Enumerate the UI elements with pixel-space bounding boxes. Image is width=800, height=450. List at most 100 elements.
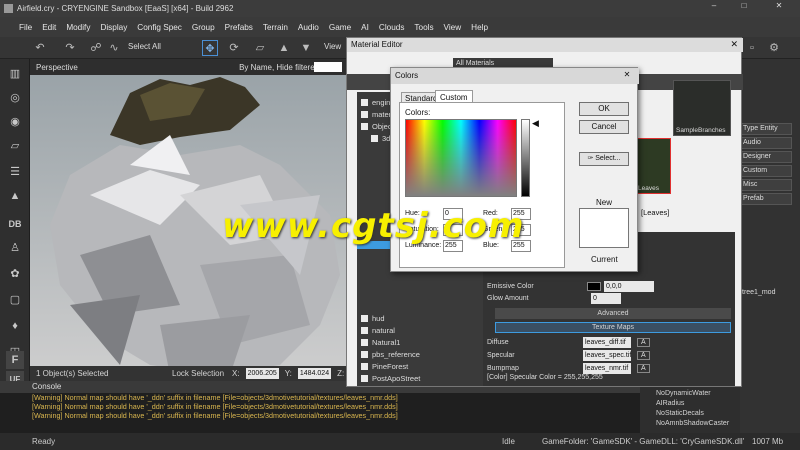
flowgraph-icon[interactable]: ♦ bbox=[6, 317, 24, 335]
memory-status: 1007 Mb bbox=[752, 437, 784, 446]
prop-no-dynamic-water[interactable]: NoDynamicWater bbox=[656, 390, 711, 397]
minimize-button[interactable]: – bbox=[700, 1, 728, 15]
luminance-arrow-icon[interactable]: ◀ bbox=[532, 118, 539, 129]
menu-edit[interactable]: Edit bbox=[37, 23, 61, 32]
tree-item[interactable]: PostApoStreet bbox=[361, 372, 420, 384]
specular-file[interactable]: leaves_spec.tif bbox=[583, 349, 631, 361]
thumb-leaves[interactable]: Leaves bbox=[635, 138, 671, 194]
menu-config-spec[interactable]: Config Spec bbox=[132, 23, 187, 32]
cancel-button[interactable]: Cancel bbox=[579, 120, 629, 134]
redo-icon[interactable]: ↷ bbox=[62, 40, 78, 56]
prop-ai-radius[interactable]: AIRadius bbox=[656, 400, 684, 407]
thumb-label: SampleBranches bbox=[676, 127, 726, 134]
entity-icon[interactable]: ◉ bbox=[6, 113, 24, 131]
menu-group[interactable]: Group bbox=[187, 23, 220, 32]
a-button[interactable]: A bbox=[637, 350, 650, 360]
menu-ai[interactable]: AI bbox=[356, 23, 374, 32]
menu-help[interactable]: Help bbox=[466, 23, 493, 32]
menu-display[interactable]: Display bbox=[95, 23, 132, 32]
flow-icon[interactable]: F bbox=[6, 351, 24, 369]
object-icon[interactable]: ◎ bbox=[6, 89, 24, 107]
y-coordinate-field[interactable]: 1484.024 bbox=[297, 368, 332, 379]
luminance-bar[interactable] bbox=[521, 119, 530, 197]
y-label: Y: bbox=[284, 369, 292, 378]
menu-file[interactable]: File bbox=[14, 23, 37, 32]
tree-item[interactable]: Natural1 bbox=[361, 336, 400, 348]
menu-view[interactable]: View bbox=[439, 23, 467, 32]
menu-clouds[interactable]: Clouds bbox=[374, 23, 410, 32]
thumb-sample-branches[interactable]: SampleBranches bbox=[673, 80, 731, 136]
prop-no-amnb-shadow[interactable]: NoAmnbShadowCaster bbox=[656, 420, 729, 427]
ready-status: Ready bbox=[32, 437, 56, 446]
database-icon[interactable]: DB bbox=[6, 215, 24, 233]
emissive-label: Emissive Color bbox=[487, 282, 534, 290]
folder-icon bbox=[361, 338, 368, 346]
emissive-value[interactable]: 0,0,0 bbox=[604, 280, 654, 292]
game-icon[interactable]: ▥ bbox=[6, 65, 24, 83]
folder-icon bbox=[361, 350, 368, 358]
a-button[interactable]: A bbox=[637, 337, 650, 347]
a-button[interactable]: A bbox=[637, 363, 650, 373]
view-dropdown[interactable]: View bbox=[324, 42, 341, 51]
material-editor-close-icon[interactable]: ✕ bbox=[730, 39, 738, 50]
maximize-button[interactable]: □ bbox=[730, 1, 758, 15]
track-view-icon[interactable]: ▢ bbox=[6, 291, 24, 309]
window-titlebar: Airfield.cry - CRYENGINE Sandbox [EaaS] … bbox=[0, 0, 800, 17]
undo-icon[interactable]: ↶ bbox=[32, 40, 48, 56]
colors-close-icon[interactable]: ✕ bbox=[620, 70, 634, 82]
prefab-button[interactable]: Prefab bbox=[740, 193, 792, 205]
link-icon[interactable]: ☍ bbox=[88, 40, 104, 56]
menu-audio[interactable]: Audio bbox=[293, 23, 324, 32]
texture-maps-header[interactable]: Texture Maps bbox=[495, 322, 731, 333]
idle-status: Idle bbox=[502, 437, 515, 446]
menu-game[interactable]: Game bbox=[324, 23, 356, 32]
menu-modify[interactable]: Modify bbox=[61, 23, 95, 32]
menu-terrain[interactable]: Terrain bbox=[258, 23, 293, 32]
brush-icon[interactable]: ▱ bbox=[6, 137, 24, 155]
ok-button[interactable]: OK bbox=[579, 102, 629, 116]
menu-tools[interactable]: Tools bbox=[409, 23, 438, 32]
lock-selection-button[interactable]: Lock Selection bbox=[172, 369, 226, 378]
character-icon[interactable]: ♙ bbox=[6, 239, 24, 257]
colors-label: Colors: bbox=[405, 108, 431, 117]
audio-button[interactable]: Audio bbox=[740, 137, 792, 149]
advanced-header[interactable]: Advanced bbox=[495, 308, 731, 319]
terrain-edit-icon[interactable]: ▲ bbox=[6, 187, 24, 205]
folder-icon bbox=[361, 98, 368, 106]
app-logo-icon bbox=[4, 4, 13, 13]
x-label: X: bbox=[232, 369, 240, 378]
type-entity-button[interactable]: Type Entity bbox=[740, 123, 792, 135]
diffuse-file[interactable]: leaves_diff.tif bbox=[583, 336, 631, 348]
color-spectrum[interactable] bbox=[405, 119, 517, 197]
toolbar-icon-6[interactable]: ⚙ bbox=[766, 40, 782, 56]
tree-item[interactable]: PineForest bbox=[361, 360, 408, 372]
menu-prefabs[interactable]: Prefabs bbox=[220, 23, 258, 32]
emissive-row: Emissive Color 0,0,0 bbox=[487, 280, 654, 292]
scale-icon[interactable]: ▱ bbox=[252, 40, 268, 56]
move-icon[interactable]: ✥ bbox=[202, 40, 218, 56]
toolbar-icon-5[interactable]: ▫ bbox=[744, 40, 760, 56]
tree-item[interactable]: pbs_reference bbox=[361, 348, 420, 360]
prop-no-static-decals[interactable]: NoStaticDecals bbox=[656, 410, 704, 417]
misc-button[interactable]: Misc bbox=[740, 179, 792, 191]
x-coordinate-field[interactable]: 2006.205 bbox=[245, 368, 279, 379]
layers-icon[interactable]: ☰ bbox=[6, 163, 24, 181]
select-button[interactable]: ✑ Select... bbox=[579, 152, 629, 166]
select-all-dropdown[interactable]: Select All bbox=[128, 42, 161, 51]
particle-icon[interactable]: ✿ bbox=[6, 265, 24, 283]
emissive-swatch[interactable] bbox=[587, 281, 601, 291]
snap-icon[interactable]: ▲ bbox=[276, 40, 292, 56]
custom-button[interactable]: Custom bbox=[740, 165, 792, 177]
tree-item[interactable]: hud bbox=[361, 312, 385, 324]
folder-icon bbox=[361, 110, 368, 118]
bumpmap-file[interactable]: leaves_nmr.tif bbox=[583, 362, 631, 374]
terrain-icon[interactable]: ▼ bbox=[298, 40, 314, 56]
designer-button[interactable]: Designer bbox=[740, 151, 792, 163]
unlink-icon[interactable]: ∿ bbox=[106, 40, 122, 56]
viewport-filter-input[interactable] bbox=[314, 62, 342, 72]
close-button[interactable]: ✕ bbox=[762, 1, 796, 15]
glow-value[interactable]: 0 bbox=[591, 292, 621, 304]
tree-item[interactable]: natural bbox=[361, 324, 395, 336]
thumb-label: Leaves bbox=[638, 185, 659, 192]
rotate-icon[interactable]: ⟳ bbox=[226, 40, 242, 56]
